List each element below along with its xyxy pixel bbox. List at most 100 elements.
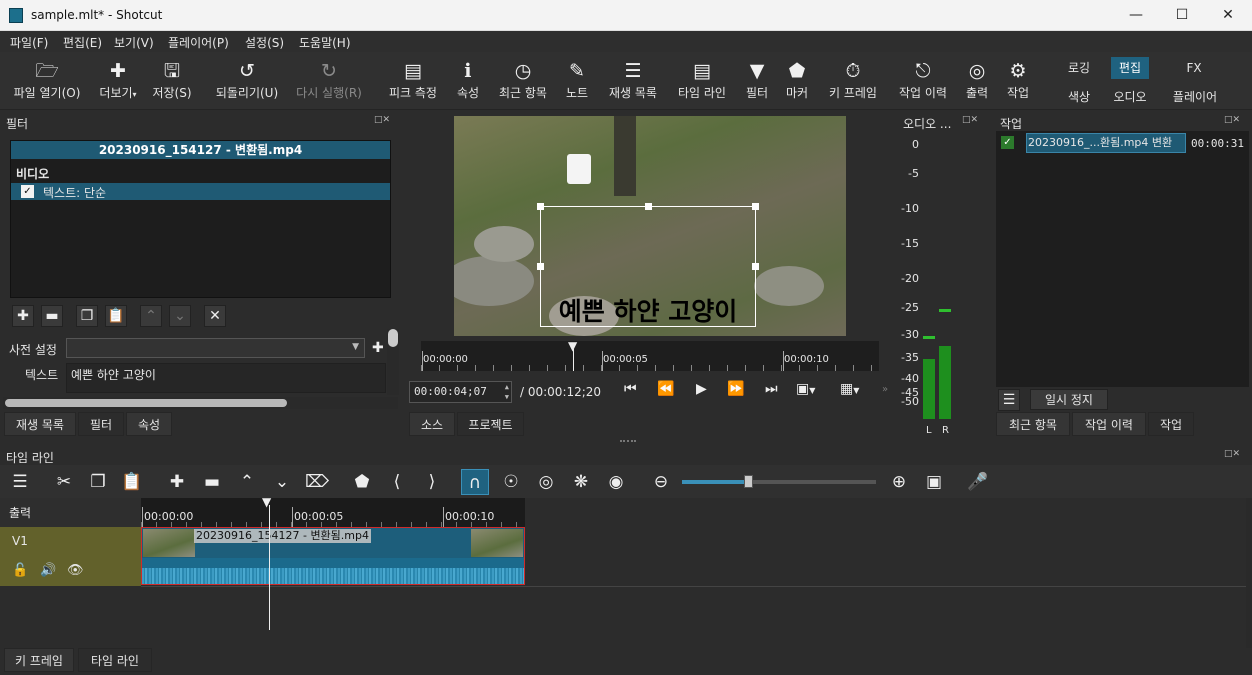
ripple-markers-icon[interactable]: ◉	[602, 469, 630, 495]
snap-icon[interactable]: ∩	[461, 469, 489, 495]
skip-next-icon[interactable]: ⏭	[765, 381, 778, 397]
undo-button[interactable]: ↺ 되돌리기(U)	[212, 58, 282, 106]
open-file-button[interactable]: 🗁 파일 열기(O)	[8, 58, 86, 106]
marker-icon[interactable]: ⬟	[348, 469, 376, 495]
tab-properties[interactable]: 속성	[126, 412, 172, 436]
prev-marker-icon[interactable]: ⟨	[383, 469, 411, 495]
menu-player[interactable]: 플레이어(P)	[168, 34, 229, 51]
play-icon[interactable]: ▶	[696, 381, 707, 397]
tab-recent[interactable]: 최근 항목	[996, 412, 1070, 436]
recent-button[interactable]: ◷ 최근 항목	[494, 58, 552, 106]
peak-meter-button[interactable]: ▤ 피크 측정	[384, 58, 442, 106]
filter-hscroll[interactable]	[3, 397, 398, 409]
timeline-clip[interactable]: 20230916_154127 - 변환됨.mp4	[141, 527, 525, 585]
zoom-fit-icon[interactable]: ▣▼	[796, 381, 815, 397]
properties-button[interactable]: ℹ 속성	[452, 58, 484, 106]
eye-icon[interactable]: 👁	[67, 563, 84, 578]
filter-item-text-simple[interactable]: ✓ 텍스트: 단순	[11, 183, 390, 200]
microphone-icon[interactable]: 🎤	[964, 469, 992, 495]
remove-filter-button[interactable]: ▬	[41, 305, 63, 327]
export-button[interactable]: ◎ 출력	[962, 58, 992, 106]
close-button[interactable]: ✕	[1205, 0, 1251, 31]
filters-button[interactable]: ▼ 필터	[742, 58, 772, 106]
menu-settings[interactable]: 설정(S)	[245, 34, 284, 51]
grid-icon[interactable]: ▦▼	[840, 381, 859, 397]
append-icon[interactable]: ✚	[163, 469, 191, 495]
splitter-handle[interactable]	[620, 440, 636, 443]
ripple-all-icon[interactable]: ❋	[567, 469, 595, 495]
layout-color[interactable]: 색상	[1060, 86, 1098, 108]
filter-enabled-checkbox[interactable]: ✓	[21, 185, 34, 198]
scrub-icon[interactable]: ☉	[497, 469, 525, 495]
copy-icon[interactable]: ❐	[84, 469, 112, 495]
minimize-button[interactable]: —	[1113, 0, 1159, 31]
menu-file[interactable]: 파일(F)	[10, 34, 48, 51]
lock-icon[interactable]: 🔓	[12, 563, 28, 578]
notes-button[interactable]: ✎ 노트	[562, 58, 592, 106]
add-filter-button[interactable]: ✚	[12, 305, 34, 327]
timeline-menu-icon[interactable]: ☰	[6, 469, 34, 495]
menu-edit[interactable]: 편집(E)	[63, 34, 102, 51]
deselect-filter-button[interactable]: ✕	[204, 305, 226, 327]
move-down-button[interactable]: ⌄	[169, 305, 191, 327]
mute-icon[interactable]: 🔊	[40, 563, 56, 578]
tab-keyframes[interactable]: 키 프레임	[4, 648, 74, 672]
tab-job-history[interactable]: 작업 이력	[1072, 412, 1146, 436]
more-icon[interactable]: »	[882, 384, 888, 395]
cut-icon[interactable]: ✂	[50, 469, 78, 495]
move-up-button[interactable]: ⌃	[140, 305, 162, 327]
tab-project[interactable]: 프로젝트	[457, 412, 524, 436]
tab-jobs[interactable]: 작업	[1148, 412, 1194, 436]
text-input[interactable]: 예쁜 하얀 고양이	[66, 363, 386, 393]
redo-button[interactable]: ↻ 다시 실행(R)	[292, 58, 366, 106]
track-header-v1[interactable]: V1 🔓 🔊 👁	[0, 527, 141, 586]
player-ruler[interactable]: 00:00:00 00:00:05 00:00:10 ▼	[421, 340, 879, 371]
save-button[interactable]: 🖫 저장(S)	[150, 58, 194, 106]
zoom-slider[interactable]	[682, 475, 876, 488]
split-icon[interactable]: ⌦	[303, 469, 331, 495]
next-marker-icon[interactable]: ⟩	[418, 469, 446, 495]
zoom-out-icon[interactable]: ⊖	[647, 469, 675, 495]
timeline-button[interactable]: ▤ 타임 라인	[674, 58, 730, 106]
menu-help[interactable]: 도움말(H)	[299, 34, 351, 51]
menu-view[interactable]: 보기(V)	[114, 34, 154, 51]
rewind-icon[interactable]: ⏪	[657, 381, 674, 397]
tab-playlist[interactable]: 재생 목록	[4, 412, 76, 436]
pause-button[interactable]: 일시 정지	[1030, 389, 1108, 410]
layout-fx[interactable]: FX	[1175, 57, 1213, 79]
layout-player[interactable]: 플레이어	[1166, 86, 1224, 108]
markers-button[interactable]: ⬟ 마커	[782, 58, 812, 106]
timeline-vscroll[interactable]	[1246, 498, 1252, 648]
timeline-ruler[interactable]: 00:00:00 00:00:05 00:00:10	[141, 498, 525, 527]
paste-icon[interactable]: 📋	[118, 469, 146, 495]
tab-timeline[interactable]: 타임 라인	[78, 648, 152, 672]
tab-source[interactable]: 소스	[409, 412, 455, 436]
add-preset-icon[interactable]: ✚	[372, 340, 388, 356]
float-icon[interactable]: □✕	[1224, 115, 1240, 125]
paste-filter-button[interactable]: 📋	[105, 305, 127, 327]
layout-logging[interactable]: 로깅	[1060, 57, 1098, 79]
jobs-menu-icon[interactable]: ☰	[998, 389, 1020, 411]
copy-filter-button[interactable]: ❐	[76, 305, 98, 327]
float-icon[interactable]: □✕	[374, 115, 390, 125]
lift-icon[interactable]: ⌃	[233, 469, 261, 495]
playlist-button[interactable]: ☰ 재생 목록	[604, 58, 662, 106]
tab-filters[interactable]: 필터	[78, 412, 124, 436]
maximize-button[interactable]: ☐	[1159, 0, 1205, 31]
keyframes-button[interactable]: ⏱ 키 프레임	[824, 58, 882, 106]
zoom-fit-icon[interactable]: ▣	[920, 469, 948, 495]
zoom-in-icon[interactable]: ⊕	[885, 469, 913, 495]
skip-previous-icon[interactable]: ⏮	[624, 381, 637, 397]
preset-combobox[interactable]: ▼	[66, 338, 365, 358]
filter-vscroll[interactable]	[387, 329, 399, 395]
remove-icon[interactable]: ▬	[198, 469, 226, 495]
float-icon[interactable]: □✕	[962, 115, 978, 125]
timecode-spinbox[interactable]: 00:00:04;07 ▲ ▼	[409, 381, 512, 403]
playhead-icon[interactable]: ▼	[568, 340, 580, 352]
fast-forward-icon[interactable]: ⏩	[727, 381, 744, 397]
overwrite-icon[interactable]: ⌄	[268, 469, 296, 495]
layout-editing[interactable]: 편집	[1111, 57, 1149, 79]
video-preview[interactable]: 예쁜 하얀 고양이	[454, 116, 846, 336]
float-icon[interactable]: □✕	[1224, 449, 1240, 459]
layout-audio[interactable]: 오디오	[1108, 86, 1152, 108]
